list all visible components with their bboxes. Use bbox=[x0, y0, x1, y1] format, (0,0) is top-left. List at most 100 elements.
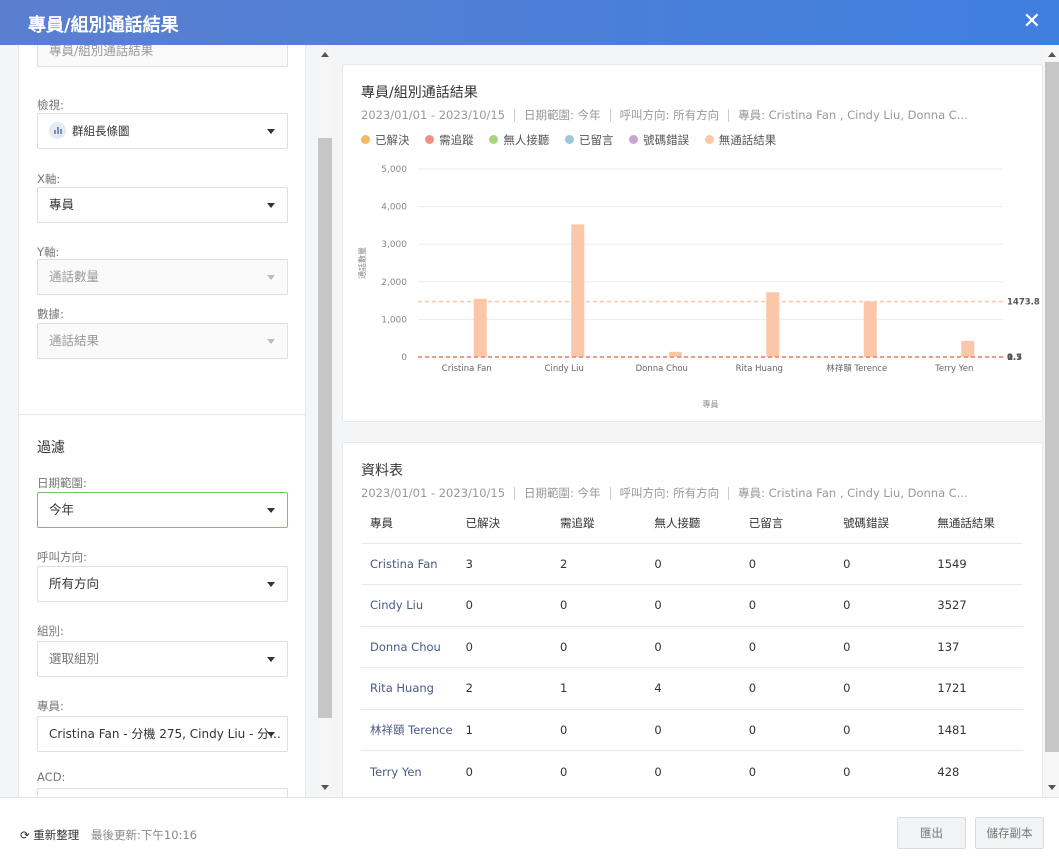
value-cell: 0 bbox=[834, 542, 929, 585]
data-select-value: 通話結果 bbox=[49, 333, 100, 348]
value-cell: 0 bbox=[456, 750, 551, 792]
refresh-label: 重新整理 bbox=[33, 828, 80, 842]
bar bbox=[961, 340, 975, 357]
reference-line-label: 0.5 bbox=[1007, 353, 1022, 363]
bar bbox=[863, 301, 877, 357]
group-placeholder: 選取組別 bbox=[49, 651, 100, 666]
export-button[interactable]: 匯出 bbox=[897, 817, 966, 849]
x-tick-label: Rita Huang bbox=[736, 364, 783, 374]
y-tick-label: 3,000 bbox=[381, 240, 407, 250]
x-axis-select[interactable]: 專員 bbox=[37, 187, 288, 223]
chevron-down-icon bbox=[267, 275, 275, 280]
scroll-down-icon[interactable] bbox=[321, 785, 329, 790]
sub-date: 2023/01/01 - 2023/10/15 bbox=[361, 108, 506, 122]
view-select[interactable]: 群組長條圖 bbox=[37, 113, 288, 149]
legend-item[interactable]: 無人接聽 bbox=[489, 133, 549, 147]
value-cell: 0 bbox=[739, 625, 835, 668]
value-cell: 0 bbox=[456, 625, 551, 668]
settings-card: 專員/組別通話結果 檢視: 群組長條圖 X軸: 專員 Y軸: 通話數量 數據: … bbox=[18, 45, 306, 440]
column-header[interactable]: 已留言 bbox=[740, 503, 834, 543]
value-cell: 4 bbox=[645, 667, 740, 709]
sub-range: 日期範圍: 今年 bbox=[524, 108, 601, 122]
x-axis-select-value: 專員 bbox=[49, 197, 75, 212]
y-axis-select[interactable]: 通話數量 bbox=[37, 259, 288, 295]
scroll-down-icon[interactable] bbox=[1048, 785, 1056, 790]
scroll-up-icon[interactable] bbox=[321, 52, 329, 57]
settings-scrollbar[interactable] bbox=[318, 45, 332, 797]
close-icon[interactable]: ✕ bbox=[1023, 9, 1041, 34]
column-header[interactable]: 專員 bbox=[361, 503, 457, 543]
value-cell: 0 bbox=[550, 625, 646, 668]
column-header[interactable]: 無人接聽 bbox=[645, 503, 739, 543]
column-header[interactable]: 已解決 bbox=[457, 503, 551, 543]
data-table: 專員 已解決 需追蹤 無人接聽 已留言 號碼錯誤 無通話結果 Cristina Fan 3 2 0… bbox=[361, 503, 1023, 792]
value-cell: 0 bbox=[739, 750, 835, 792]
last-updated: 最後更新:下午10:16 bbox=[91, 828, 198, 842]
chevron-down-icon bbox=[267, 129, 275, 134]
report-pane: 專員/組別通話結果 2023/01/01 - 2023/10/15 日期範圍: 今… bbox=[332, 45, 1045, 797]
scroll-up-icon[interactable] bbox=[1048, 52, 1056, 57]
bar bbox=[473, 298, 487, 357]
table-row: Cindy Liu 0 0 0 0 0 3527 bbox=[361, 584, 1023, 626]
column-header[interactable]: 無通話結果 bbox=[928, 503, 1023, 543]
agent-select[interactable]: Cristina Fan - 分機 275, Cindy Liu - 分... bbox=[37, 716, 288, 752]
legend-item[interactable]: 需追蹤 bbox=[425, 133, 474, 147]
agent-name-cell: Cristina Fan bbox=[361, 542, 457, 585]
y-tick-label: 4,000 bbox=[381, 203, 407, 213]
x-tick-label: Cristina Fan bbox=[442, 364, 492, 374]
bar-chart: 0 1,000 2,000 3,000 4,000 5,000 通話數量專員 Cristina… bbox=[357, 165, 1040, 409]
legend-label: 需追蹤 bbox=[439, 133, 474, 147]
refresh-button[interactable]: ⟳ 重新整理 bbox=[20, 827, 79, 843]
chevron-down-icon bbox=[267, 339, 275, 344]
group-select[interactable]: 選取組別 bbox=[37, 641, 288, 677]
chevron-down-icon bbox=[267, 203, 275, 208]
table-row: Terry Yen 0 0 0 0 0 428 bbox=[361, 750, 1023, 792]
value-cell: 0 bbox=[550, 708, 646, 751]
column-header[interactable]: 號碼錯誤 bbox=[834, 503, 928, 543]
table-row: 林祥頤 Terence 1 0 0 0 0 1481 bbox=[361, 708, 1023, 751]
scroll-thumb[interactable] bbox=[1045, 62, 1059, 752]
agent-name-cell: Donna Chou bbox=[361, 625, 457, 668]
chevron-down-icon bbox=[267, 657, 275, 662]
value-cell: 0 bbox=[834, 708, 929, 751]
scroll-thumb[interactable] bbox=[318, 138, 332, 718]
data-label: 數據: bbox=[37, 307, 64, 321]
sub-direction: 呼叫方向: 所有方向 bbox=[619, 108, 720, 122]
date-range-select[interactable]: 今年 bbox=[37, 492, 288, 528]
chevron-down-icon bbox=[267, 508, 275, 513]
table-row: Donna Chou 0 0 0 0 0 137 bbox=[361, 625, 1023, 668]
agent-value: Cristina Fan - 分機 275, Cindy Liu - 分... bbox=[49, 727, 281, 741]
data-select[interactable]: 通話結果 bbox=[37, 323, 288, 359]
window-title: 專員/組別通話結果 bbox=[28, 15, 179, 36]
view-label: 檢視: bbox=[37, 98, 64, 112]
legend-label: 已留言 bbox=[578, 133, 614, 147]
table-row: Cristina Fan 3 2 0 0 0 1549 bbox=[361, 542, 1023, 585]
value-cell: 0 bbox=[645, 542, 740, 585]
chevron-down-icon bbox=[267, 582, 275, 587]
sub-range: 日期範圍: 今年 bbox=[524, 486, 601, 500]
column-header[interactable]: 需追蹤 bbox=[551, 503, 645, 543]
chart-title: 專員/組別通話結果 bbox=[361, 85, 478, 101]
agent-name-cell: 林祥頤 Terence bbox=[361, 708, 457, 751]
direction-select[interactable]: 所有方向 bbox=[37, 566, 288, 602]
report-name-input[interactable]: 專員/組別通話結果 bbox=[37, 45, 288, 67]
value-cell: 0 bbox=[834, 750, 929, 792]
x-tick-label: Cindy Liu bbox=[545, 364, 584, 374]
value-cell: 0 bbox=[739, 542, 835, 585]
legend-item[interactable]: 已留言 bbox=[564, 133, 614, 147]
x-axis-label: 專員 bbox=[703, 399, 719, 409]
value-cell: 1549 bbox=[928, 542, 1023, 585]
chevron-down-icon bbox=[267, 732, 275, 737]
group-label: 組別: bbox=[37, 624, 64, 638]
legend-item[interactable]: 已解決 bbox=[361, 133, 410, 147]
value-cell: 0 bbox=[834, 625, 929, 668]
table-card: 資料表 2023/01/01 - 2023/10/15 日期範圍: 今年 呼叫方向:… bbox=[342, 442, 1043, 797]
agent-name-cell: Terry Yen bbox=[361, 750, 457, 792]
save-copy-button[interactable]: 儲存副本 bbox=[975, 817, 1044, 849]
report-scrollbar[interactable] bbox=[1045, 45, 1059, 797]
legend-item[interactable]: 號碼錯誤 bbox=[629, 133, 689, 147]
y-tick-label: 0 bbox=[401, 353, 407, 363]
x-axis-label: X軸: bbox=[37, 172, 61, 186]
acd-select[interactable] bbox=[37, 788, 288, 797]
legend-item[interactable]: 無通話結果 bbox=[704, 133, 776, 147]
